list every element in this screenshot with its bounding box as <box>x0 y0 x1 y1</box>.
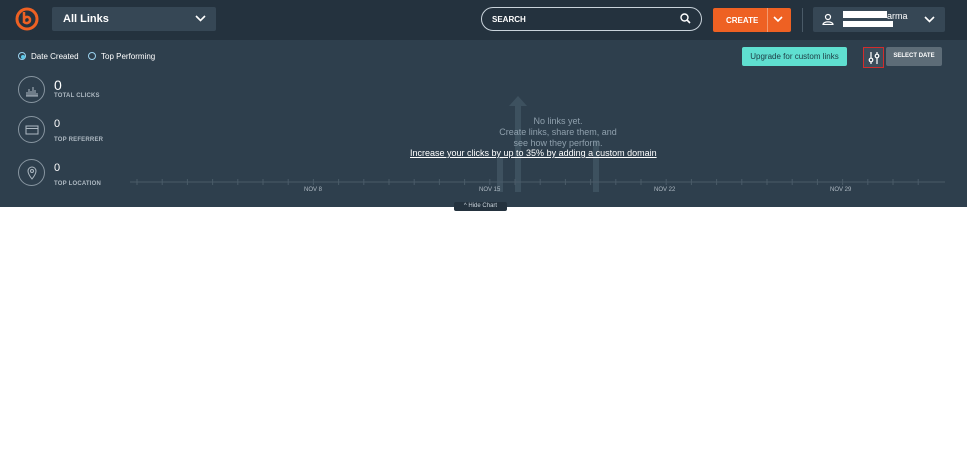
sliders-icon <box>868 52 880 64</box>
top-referrer-label: TOP REFERRER <box>54 137 104 143</box>
filter-settings-button[interactable] <box>863 47 884 68</box>
redaction <box>843 11 887 18</box>
search-box[interactable] <box>481 7 702 31</box>
chevron-down-icon <box>924 16 935 23</box>
search-icon[interactable] <box>680 13 691 24</box>
top-performing-label: Top Performing <box>101 52 156 61</box>
header-divider <box>802 8 803 32</box>
user-menu[interactable]: arma <box>813 7 945 32</box>
chevron-down-icon <box>195 15 206 22</box>
browser-window-icon <box>18 116 45 143</box>
top-location-label: TOP LOCATION <box>54 181 102 187</box>
search-input[interactable] <box>492 12 672 26</box>
select-date-button[interactable]: SELECT DATE <box>886 47 942 66</box>
radio-circle <box>18 52 26 60</box>
top-location-value: 0 <box>54 162 61 174</box>
empty-line-1: No links yet. <box>533 116 583 126</box>
links-filter-dropdown[interactable]: All Links <box>52 7 216 31</box>
create-divider <box>767 8 768 32</box>
total-clicks-value: 0 <box>54 77 62 93</box>
bitly-logo[interactable] <box>15 7 39 31</box>
user-name-text: arma <box>887 11 908 21</box>
radio-circle <box>88 52 96 60</box>
axis-label-nov-8: NOV 8 <box>304 187 323 193</box>
chevron-down-icon[interactable] <box>773 16 783 23</box>
create-label: CREATE <box>726 16 759 25</box>
top-referrer-value: 0 <box>54 118 61 130</box>
axis-label-nov-22: NOV 22 <box>654 187 676 193</box>
empty-state-message: No links yet. Create links, share them, … <box>470 116 646 149</box>
radio-selected-dot <box>21 55 25 59</box>
upgrade-custom-links-button[interactable]: Upgrade for custom links <box>742 47 847 66</box>
create-button[interactable]: CREATE <box>713 8 791 32</box>
bar-chart-icon <box>18 76 45 103</box>
axis-label-nov-29: NOV 29 <box>830 187 852 193</box>
hide-chart-label: Hide Chart <box>468 203 498 209</box>
user-icon <box>822 13 834 25</box>
links-filter-label: All Links <box>63 13 109 25</box>
date-created-label: Date Created <box>31 52 79 61</box>
empty-line-2: Create links, share them, and <box>499 127 617 137</box>
location-pin-icon <box>18 159 45 186</box>
axis-label-nov-15: NOV 15 <box>479 187 501 193</box>
redaction <box>843 21 893 27</box>
total-clicks-label: TOTAL CLICKS <box>54 93 100 99</box>
hide-chart-toggle[interactable]: ^ Hide Chart <box>454 202 507 211</box>
custom-domain-link[interactable]: Increase your clicks by up to 35% by add… <box>410 148 657 158</box>
